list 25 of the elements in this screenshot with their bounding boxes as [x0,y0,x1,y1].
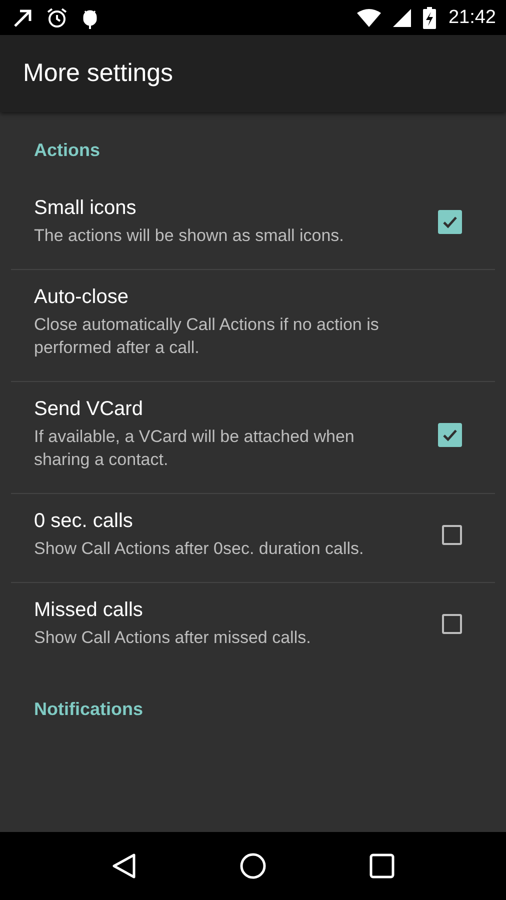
setting-title: 0 sec. calls [34,510,134,533]
section-heading: Actions [33,139,102,162]
checkbox[interactable] [438,210,462,234]
recents-icon[interactable] [369,853,395,879]
checkbox[interactable] [442,614,462,634]
setting-summary: Show Call Actions after missed calls. [34,627,312,649]
setting-summary: The actions will be shown as small icons. [34,225,345,247]
screen-title: More settings [23,59,174,88]
section-heading: Notifications [33,698,144,721]
setting-title: Auto-close [34,286,130,309]
setting-summary: Close automatically Call Actions if no action is performed after a call. [34,314,380,359]
signal-icon [393,8,412,26]
setting-title: Send VCard [34,398,144,421]
status-time: 21:42 [448,6,496,28]
setting-title: Missed calls [34,599,144,622]
setting-summary: If available, a VCard will be attached when sharing a contact. [34,426,356,471]
checkbox[interactable] [442,525,462,545]
setting-title: Small icons [34,197,138,220]
setting-summary: Show Call Actions after 0sec. duration calls. [34,538,365,560]
wifi-icon [357,8,382,26]
home-icon[interactable] [239,852,267,880]
back-icon[interactable] [111,852,137,880]
alarm-clock-icon [46,6,68,28]
battery-charging-icon [423,6,436,28]
checkbox[interactable] [438,422,462,446]
